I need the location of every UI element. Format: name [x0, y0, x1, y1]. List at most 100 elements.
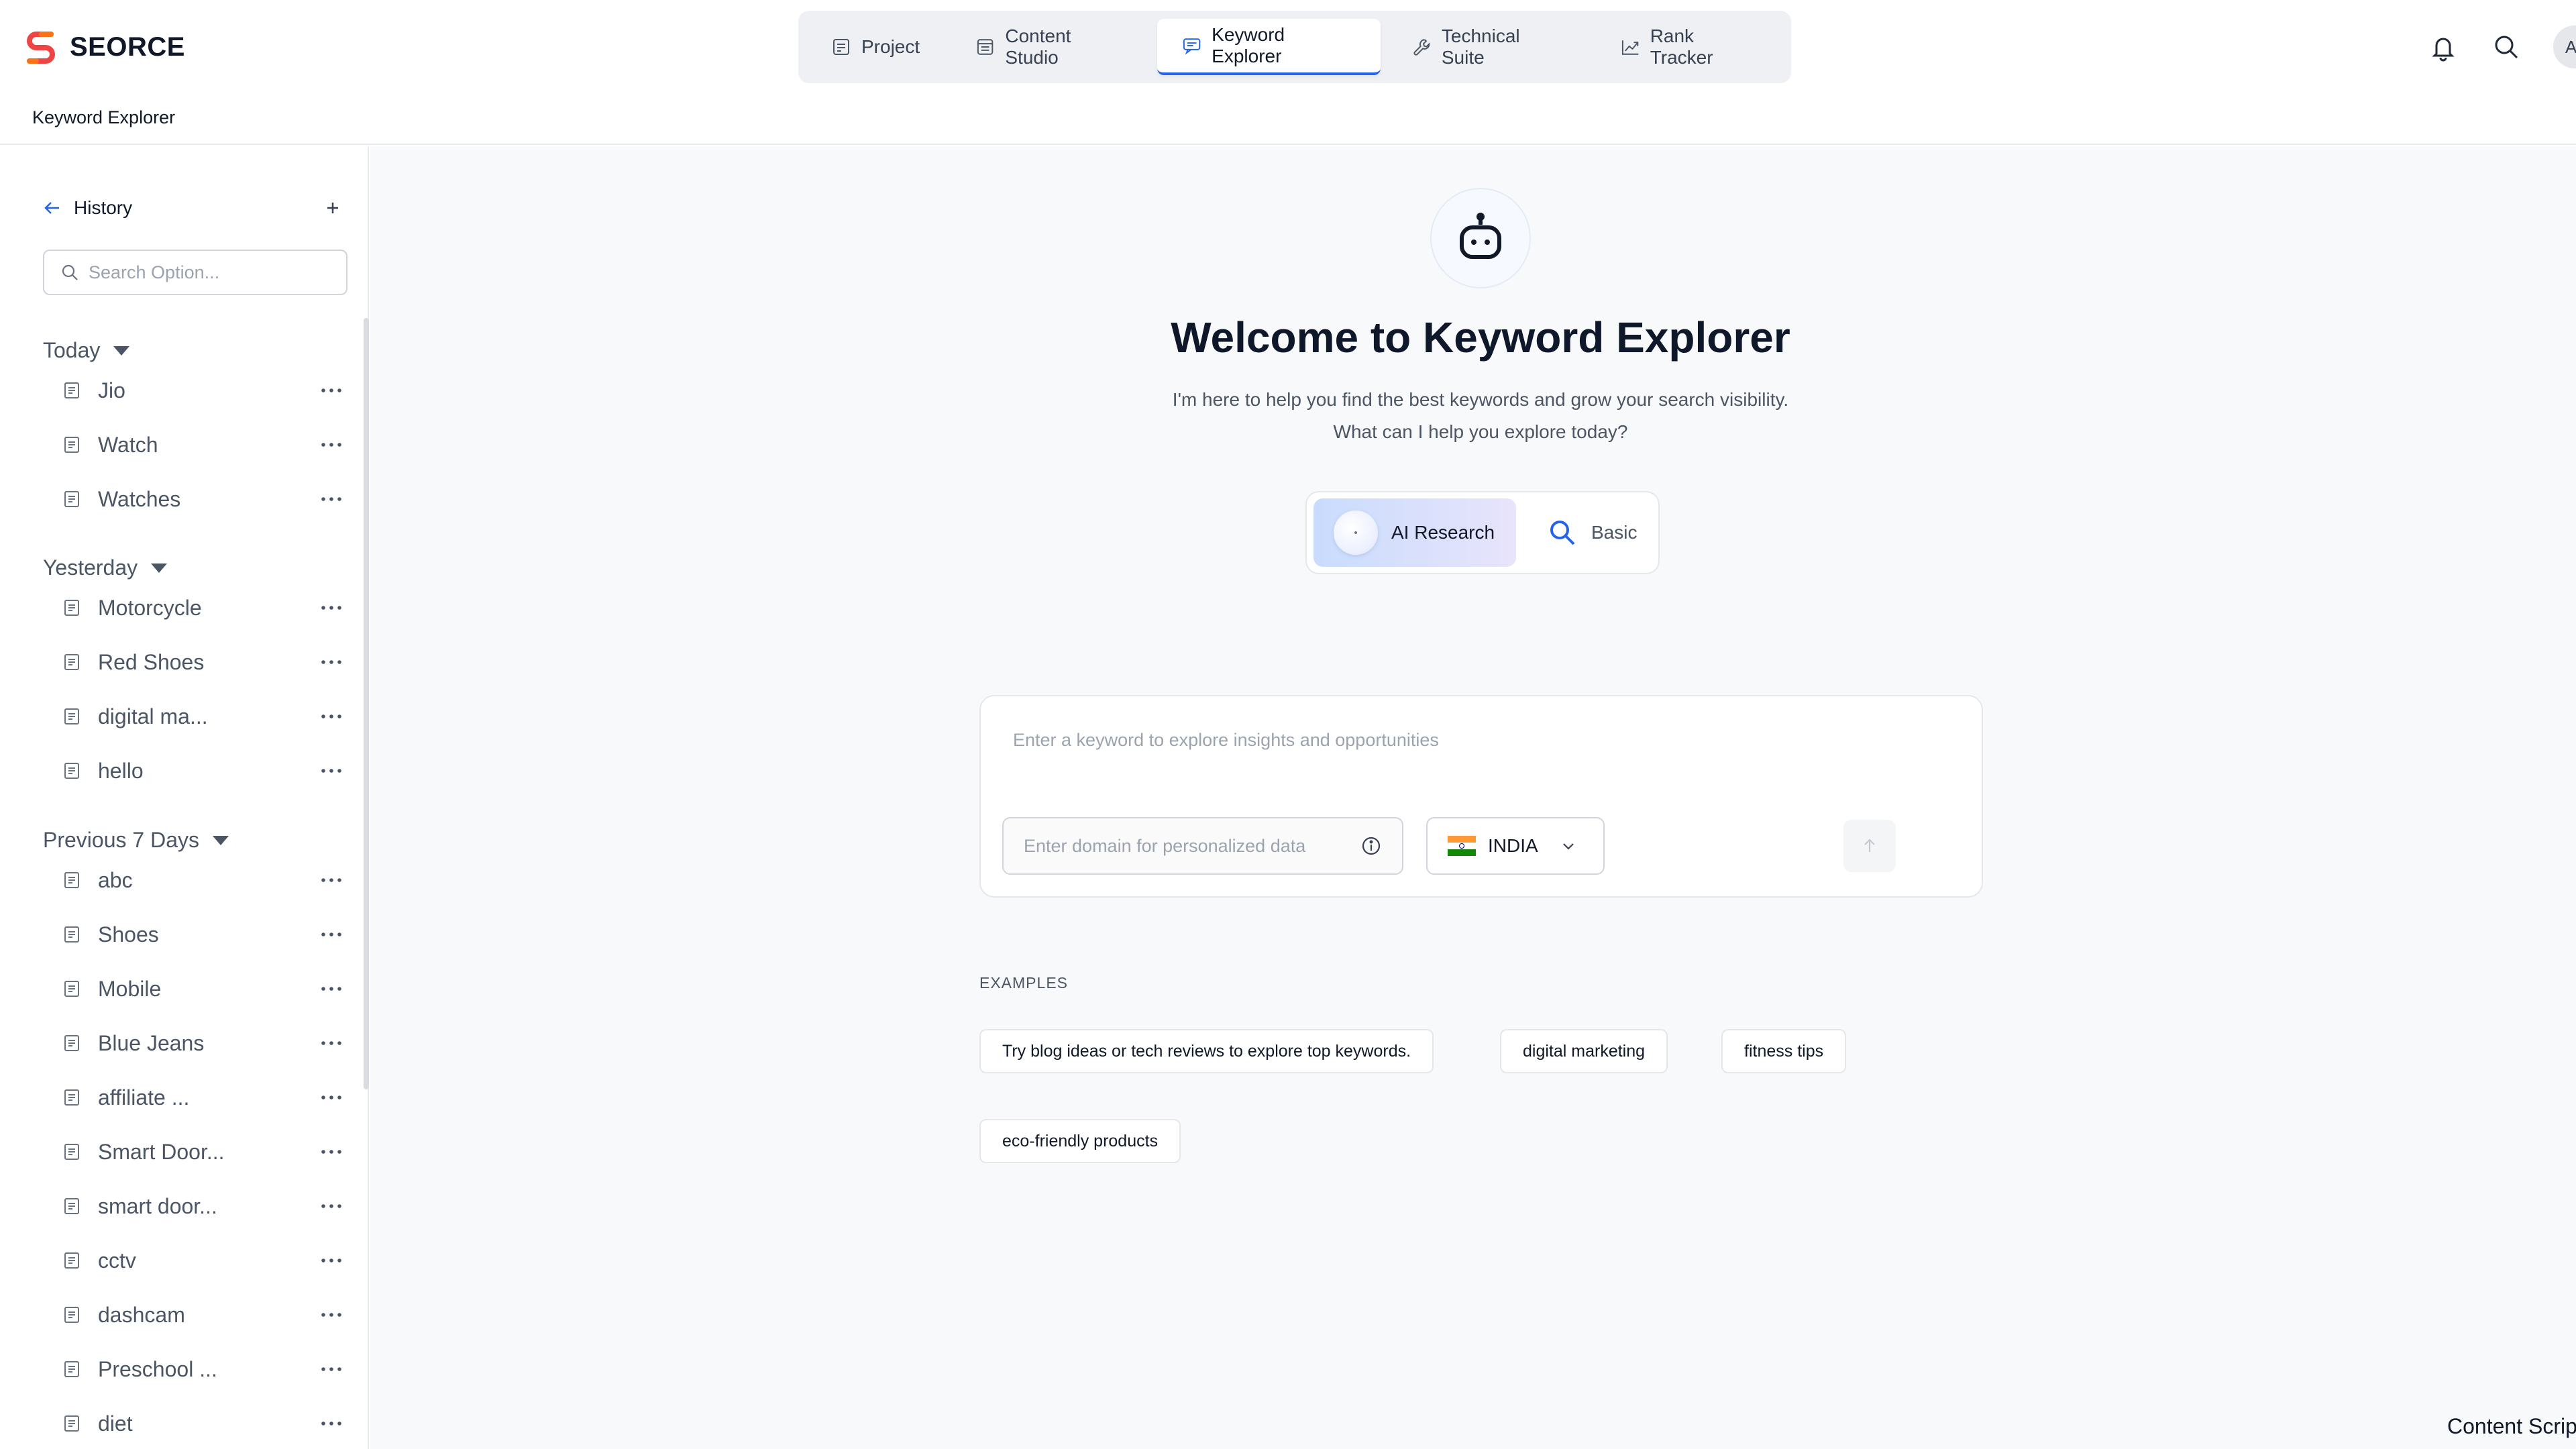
history-item-text: Motorcycle [98, 595, 202, 620]
history-back[interactable]: History [42, 197, 132, 219]
document-icon [62, 1087, 82, 1108]
tab-rank-tracker[interactable]: Rank Tracker [1596, 19, 1784, 75]
more-options-icon[interactable] [319, 1039, 343, 1047]
history-item[interactable]: Blue Jeans [62, 1023, 343, 1063]
country-select[interactable]: INDIA [1426, 817, 1605, 875]
history-item[interactable]: Motorcycle [62, 588, 343, 628]
document-icon [62, 1413, 82, 1434]
history-item[interactable]: Mobile [62, 969, 343, 1009]
keyword-explorer-icon [1183, 38, 1201, 55]
ai-orb-icon [1334, 511, 1378, 555]
tab-keyword-explorer[interactable]: Keyword Explorer [1157, 19, 1381, 75]
history-item-text: abc [98, 867, 133, 892]
example-chip[interactable]: fitness tips [1721, 1029, 1847, 1073]
tab-project[interactable]: Project [806, 19, 944, 75]
history-group-label: Previous 7 Days [43, 828, 199, 852]
history-search-input[interactable] [89, 262, 330, 283]
avatar[interactable]: AN [2553, 25, 2576, 68]
bot-avatar [1430, 188, 1531, 288]
plus-icon[interactable] [322, 197, 343, 219]
history-group-title[interactable]: Yesterday [43, 555, 168, 580]
history-item[interactable]: Watches [62, 479, 343, 519]
more-options-icon[interactable] [319, 876, 343, 884]
history-item[interactable]: Red Shoes [62, 642, 343, 682]
history-group-title[interactable]: Today [43, 338, 130, 363]
example-chip[interactable]: Try blog ideas or tech reviews to explor… [979, 1029, 1434, 1073]
history-sidebar: History Today Jio Watch Watches Yesterday Mot… [0, 146, 369, 1449]
info-icon[interactable] [1360, 835, 1382, 857]
example-chip[interactable]: digital marketing [1500, 1029, 1668, 1073]
project-icon [833, 39, 849, 55]
more-options-icon[interactable] [319, 1256, 343, 1265]
submit-button[interactable] [1843, 820, 1896, 872]
history-item-label: abc [62, 868, 133, 893]
more-options-icon[interactable] [319, 1093, 343, 1102]
domain-field[interactable] [1002, 817, 1403, 875]
domain-input[interactable] [1024, 835, 1332, 857]
more-options-icon[interactable] [319, 1419, 343, 1428]
history-item[interactable]: Preschool ... [62, 1349, 343, 1389]
history-item-label: Smart Door... [62, 1140, 225, 1165]
history-item[interactable]: Shoes [62, 914, 343, 955]
document-icon [62, 489, 82, 509]
more-options-icon[interactable] [319, 712, 343, 720]
more-options-icon[interactable] [319, 985, 343, 993]
history-item[interactable]: dashcam [62, 1295, 343, 1335]
history-item[interactable]: smart door... [62, 1186, 343, 1226]
more-options-icon[interactable] [319, 1311, 343, 1319]
history-item[interactable]: abc [62, 860, 343, 900]
more-options-icon[interactable] [319, 495, 343, 503]
history-search[interactable] [43, 250, 347, 295]
history-item[interactable]: Smart Door... [62, 1132, 343, 1172]
tab-label: Keyword Explorer [1212, 24, 1285, 66]
query-box: INDIA [979, 695, 1983, 898]
brand-logo-icon [27, 32, 55, 64]
tab-content-studio[interactable]: Content Studio [951, 19, 1150, 75]
history-item[interactable]: digital ma... [62, 696, 343, 737]
more-options-icon[interactable] [319, 1365, 343, 1373]
example-chip[interactable]: eco-friendly products [979, 1119, 1181, 1163]
caret-down-icon [212, 835, 229, 845]
history-item-label: dashcam [62, 1303, 185, 1328]
tab-technical-suite[interactable]: Technical Suite [1387, 19, 1589, 75]
history-item[interactable]: Watch [62, 425, 343, 465]
search-icon [62, 264, 78, 280]
more-options-icon[interactable] [319, 441, 343, 449]
history-item-text: Red Shoes [98, 649, 205, 674]
more-options-icon[interactable] [319, 930, 343, 938]
more-options-icon[interactable] [319, 386, 343, 394]
history-item-label: digital ma... [62, 704, 208, 729]
keyword-input[interactable] [1013, 730, 1939, 777]
welcome-question: What can I help you explore today? [1333, 421, 1628, 442]
more-options-icon[interactable] [319, 658, 343, 666]
history-item[interactable]: hello [62, 751, 343, 791]
more-options-icon[interactable] [319, 604, 343, 612]
trend-icon [1621, 40, 1638, 55]
tab-label: Rank Tracker [1650, 25, 1713, 68]
country-label: INDIA [1488, 835, 1538, 856]
document-icon [62, 1033, 82, 1053]
history-item[interactable]: Jio [62, 370, 343, 411]
mode-ai-research[interactable]: AI Research [1313, 498, 1516, 567]
brand-name: SEORCE [70, 32, 185, 62]
history-item-text: Watch [98, 432, 158, 457]
document-icon [62, 1359, 82, 1379]
brand-logo[interactable]: SEORCE [21, 25, 185, 68]
more-options-icon[interactable] [319, 1202, 343, 1210]
history-group-title[interactable]: Previous 7 Days [43, 828, 229, 853]
mode-basic[interactable]: Basic [1529, 498, 1637, 567]
content-studio-icon [977, 39, 994, 55]
history-item[interactable]: cctv [62, 1240, 343, 1281]
document-icon [62, 979, 82, 999]
sidebar-scrollbar[interactable] [364, 318, 369, 1089]
bell-icon[interactable] [2427, 31, 2459, 63]
history-item-label: Motorcycle [62, 596, 202, 621]
robot-icon [1460, 213, 1501, 259]
mode-basic-label: Basic [1591, 522, 1638, 543]
more-options-icon[interactable] [319, 767, 343, 775]
history-item[interactable]: affiliate ... [62, 1077, 343, 1118]
search-icon[interactable] [2490, 31, 2522, 63]
more-options-icon[interactable] [319, 1148, 343, 1156]
history-item[interactable]: diet [62, 1403, 343, 1444]
header-actions: AN [2427, 19, 2576, 75]
